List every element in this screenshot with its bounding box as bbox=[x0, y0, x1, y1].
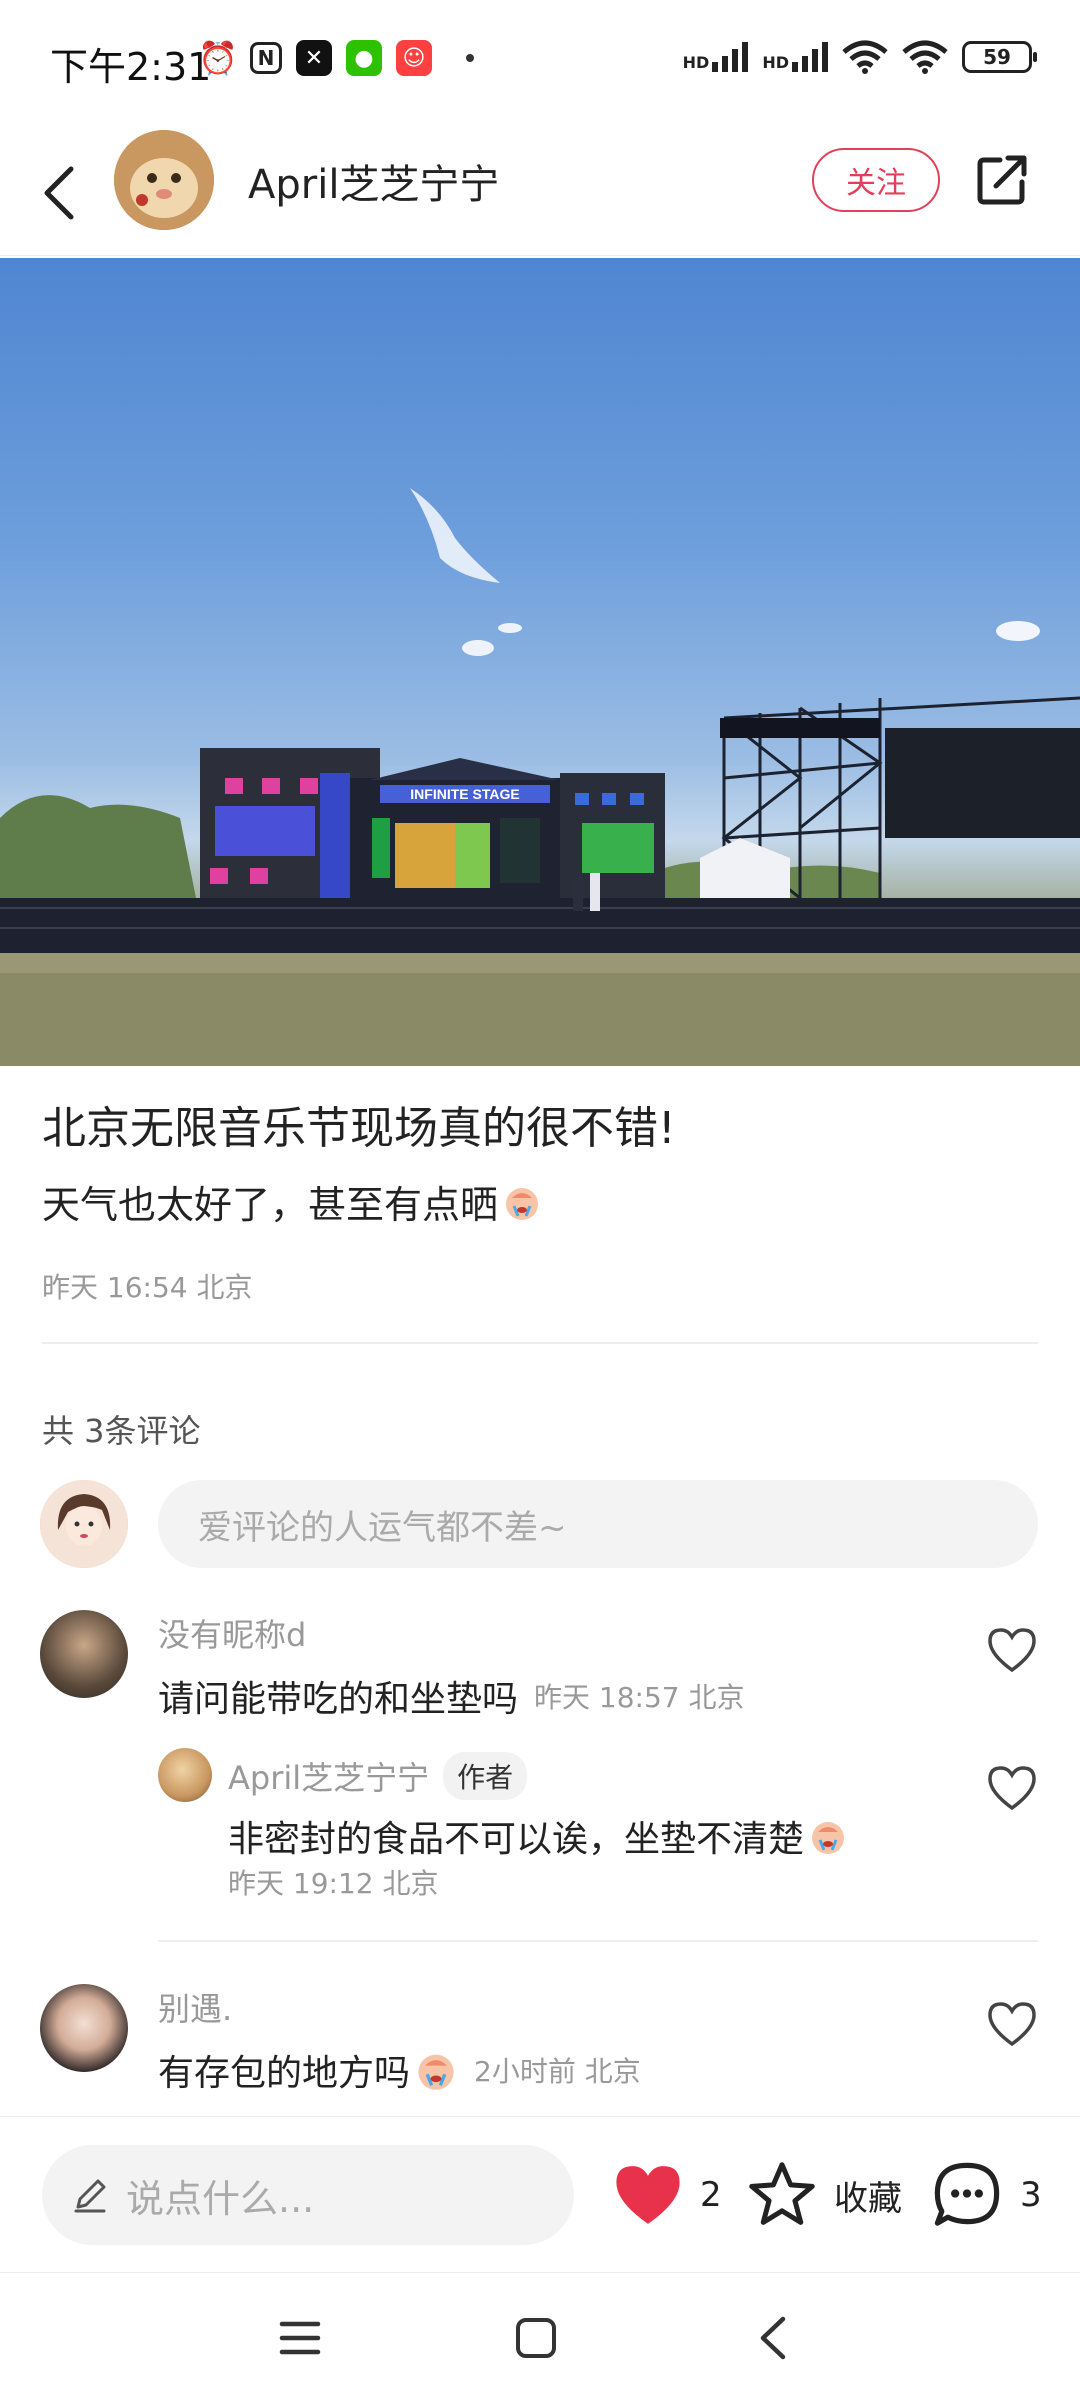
share-button[interactable] bbox=[974, 152, 1030, 208]
signal-label-2: HD bbox=[762, 53, 789, 72]
status-right: HD HD 59 bbox=[683, 40, 1037, 74]
say-something-input[interactable]: 说点什么... bbox=[42, 2145, 574, 2245]
reply-timestamp: 昨天 19:12 北京 bbox=[228, 1867, 439, 1900]
commenter-name[interactable]: 没有昵称d bbox=[158, 1610, 306, 1656]
festival-stage-image: INFINITE STAGE bbox=[0, 488, 1080, 1066]
notification-icons: ⏰ N ✕ ● ☺ bbox=[198, 39, 474, 77]
capcut-app-icon: ✕ bbox=[296, 40, 332, 76]
comment-timestamp: 2小时前 北京 bbox=[474, 2055, 641, 2088]
chevron-left-icon bbox=[760, 2316, 786, 2360]
author-name[interactable]: April芝芝宁宁 bbox=[248, 152, 499, 210]
crying-emoji-icon bbox=[812, 1822, 845, 1854]
author-avatar[interactable] bbox=[114, 130, 214, 230]
comment-count-label: 3 bbox=[1020, 2175, 1042, 2215]
back-button[interactable] bbox=[30, 160, 86, 226]
system-nav-bar bbox=[0, 2272, 1080, 2400]
divider bbox=[42, 1342, 1038, 1344]
signal-icon-1: HD bbox=[683, 42, 749, 72]
signal-icon-2: HD bbox=[762, 42, 828, 72]
pencil-icon bbox=[74, 2179, 106, 2213]
more-notifications-dot bbox=[466, 54, 474, 62]
chevron-left-icon bbox=[44, 166, 74, 220]
post-title: 北京无限音乐节现场真的很不错! bbox=[42, 1103, 676, 1154]
like-button[interactable]: 2 bbox=[612, 2151, 722, 2239]
commenter-name[interactable]: 别遇. bbox=[158, 1984, 232, 2030]
reply-author-name[interactable]: April芝芝宁宁 bbox=[228, 1753, 429, 1799]
status-time: 下午2:31 bbox=[50, 45, 212, 89]
comment-timestamp: 昨天 18:57 北京 bbox=[534, 1681, 745, 1714]
commenter-avatar[interactable] bbox=[40, 1610, 128, 1698]
bottom-action-bar: 说点什么... 2 收藏 3 bbox=[0, 2116, 1080, 2272]
comment-text-content: 有存包的地方吗 bbox=[158, 2053, 411, 2094]
my-avatar bbox=[40, 1480, 128, 1568]
nav-back-button[interactable] bbox=[742, 2313, 802, 2363]
crying-emoji-icon bbox=[418, 2054, 454, 2090]
wifi-icon bbox=[842, 40, 888, 74]
status-bar: 下午2:31 ⏰ N ✕ ● ☺ HD HD 59 bbox=[0, 0, 1080, 130]
nav-menu-button[interactable] bbox=[270, 2313, 330, 2363]
post-header: April芝芝宁宁 关注 bbox=[0, 130, 1080, 256]
divider bbox=[158, 1940, 1038, 1942]
reply-name-row: April芝芝宁宁 作者 bbox=[228, 1752, 528, 1800]
heart-outline-icon[interactable] bbox=[986, 2000, 1038, 2048]
post-body-text: 天气也太好了，甚至有点晒 bbox=[42, 1183, 499, 1227]
say-placeholder: 说点什么... bbox=[126, 2176, 315, 2221]
nav-home-button[interactable] bbox=[506, 2313, 566, 2363]
heart-outline-icon[interactable] bbox=[986, 1626, 1038, 1674]
wifi-icon-6 bbox=[902, 40, 948, 74]
commenter-avatar[interactable] bbox=[40, 1984, 128, 2072]
post-timestamp: 昨天 16:54 北京 bbox=[42, 1271, 253, 1304]
post-body: 天气也太好了，甚至有点晒 bbox=[42, 1174, 542, 1229]
heart-outline-icon[interactable] bbox=[986, 1764, 1038, 1812]
comment-count: 共 3条评论 bbox=[42, 1412, 201, 1450]
reply-text-content: 非密封的食品不可以诶，坐垫不清楚 bbox=[228, 1819, 805, 1860]
crying-emoji-icon bbox=[506, 1187, 539, 1220]
author-tag: 作者 bbox=[443, 1752, 528, 1800]
comment-bubble-icon bbox=[934, 2162, 1000, 2226]
app-notification-icon: ☺ bbox=[396, 40, 432, 76]
heart-filled-icon bbox=[616, 2166, 680, 2224]
stage-sign-text: INFINITE STAGE bbox=[410, 786, 519, 802]
comment-text-content: 请问能带吃的和坐垫吗 bbox=[158, 1679, 519, 1720]
alarm-icon: ⏰ bbox=[198, 39, 238, 77]
battery-indicator: 59 bbox=[962, 41, 1037, 73]
star-outline-icon bbox=[749, 2162, 815, 2225]
collect-label: 收藏 bbox=[834, 2178, 902, 2219]
collect-button[interactable]: 收藏 bbox=[746, 2151, 902, 2239]
comment-text[interactable]: 有存包的地方吗 2小时前 北京 bbox=[158, 2044, 641, 2096]
comment-button[interactable]: 3 bbox=[930, 2151, 1042, 2239]
cat-avatar-image bbox=[114, 130, 214, 230]
wechat-app-icon: ● bbox=[346, 40, 382, 76]
home-square-icon bbox=[516, 2318, 556, 2358]
reply-text[interactable]: 非密封的食品不可以诶，坐垫不清楚 bbox=[228, 1810, 848, 1862]
reply-avatar[interactable] bbox=[158, 1748, 212, 1802]
signal-label-1: HD bbox=[682, 53, 710, 72]
share-icon bbox=[977, 155, 1027, 205]
post-photo[interactable]: INFINITE STAGE bbox=[0, 258, 1080, 1066]
comment-text[interactable]: 请问能带吃的和坐垫吗 昨天 18:57 北京 bbox=[158, 1670, 745, 1722]
battery-level: 59 bbox=[983, 45, 1011, 69]
like-count: 2 bbox=[700, 2175, 722, 2215]
nfc-icon: N bbox=[250, 42, 282, 74]
menu-icon bbox=[279, 2321, 321, 2355]
comment-input[interactable]: 爱评论的人运气都不差~ bbox=[158, 1480, 1038, 1568]
follow-button[interactable]: 关注 bbox=[812, 148, 940, 212]
